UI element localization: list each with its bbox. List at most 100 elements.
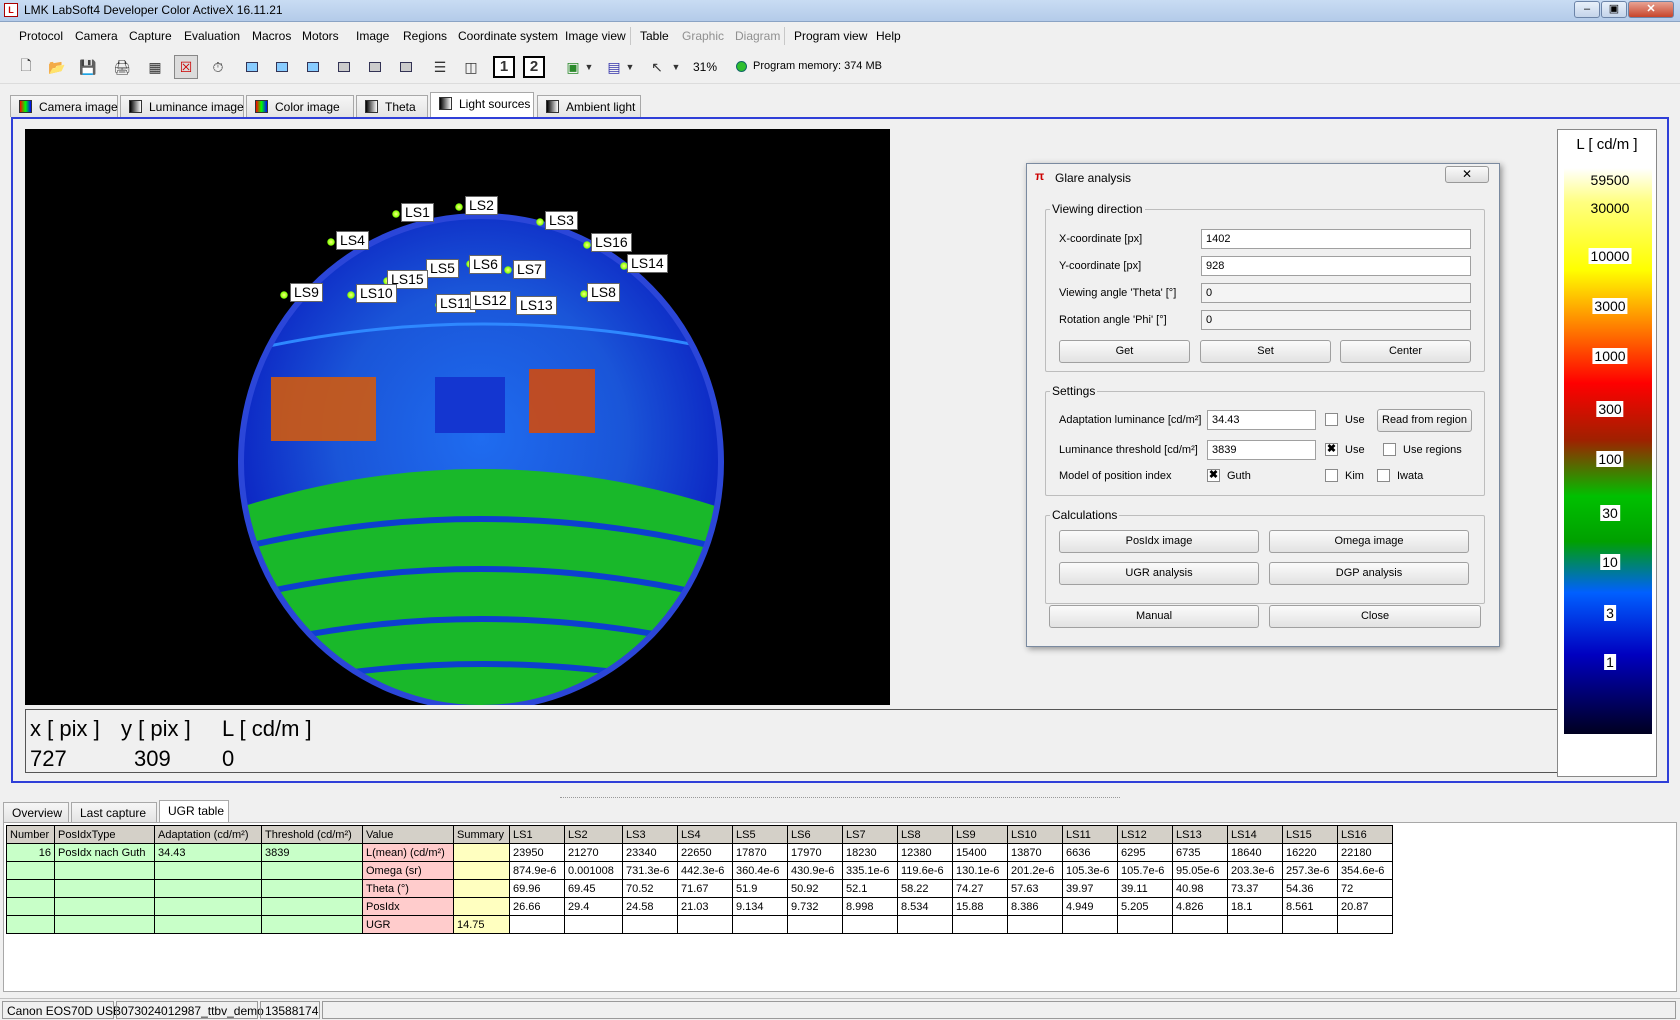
- window-arrange-4-icon[interactable]: [332, 55, 356, 79]
- table-cell[interactable]: 95.05e-6: [1172, 861, 1228, 880]
- iwata-checkbox[interactable]: [1377, 469, 1390, 482]
- table-cell[interactable]: [1337, 915, 1393, 934]
- window-arrange-6-icon[interactable]: [394, 55, 418, 79]
- table-cell[interactable]: [1062, 915, 1118, 934]
- table-cell[interactable]: [261, 915, 363, 934]
- table-cell[interactable]: [952, 915, 1008, 934]
- table-cell[interactable]: 29.4: [564, 897, 623, 916]
- table-cell[interactable]: 4.826: [1172, 897, 1228, 916]
- table-cell[interactable]: 16220: [1282, 843, 1338, 862]
- table-cell[interactable]: [54, 897, 155, 916]
- table-cell[interactable]: 12380: [897, 843, 953, 862]
- ugr-table[interactable]: Number PosIdxType Adaptation (cd/m²) Thresh…: [6, 825, 1393, 934]
- table-cell[interactable]: [6, 897, 55, 916]
- table-cell[interactable]: [54, 879, 155, 898]
- open-folder-icon[interactable]: 📂: [45, 55, 69, 79]
- table-cell[interactable]: 731.3e-6: [622, 861, 678, 880]
- table-cell[interactable]: [54, 861, 155, 880]
- table-cell[interactable]: 70.52: [622, 879, 678, 898]
- table-cell[interactable]: [897, 915, 953, 934]
- column-header[interactable]: Number: [6, 825, 55, 844]
- table-cell[interactable]: [54, 915, 155, 934]
- film-strip-icon[interactable]: ▦: [143, 55, 167, 79]
- table-cell[interactable]: [732, 915, 788, 934]
- table-cell[interactable]: 39.97: [1062, 879, 1118, 898]
- set-button[interactable]: Set: [1200, 340, 1331, 363]
- column-header[interactable]: PosIdxType: [54, 825, 155, 844]
- menu-image-view[interactable]: Image view: [565, 29, 626, 43]
- table-cell[interactable]: PosIdx: [362, 897, 454, 916]
- tab-camera-image[interactable]: Camera image: [10, 95, 118, 117]
- column-header[interactable]: Adaptation (cd/m²): [154, 825, 262, 844]
- column-header[interactable]: LS4: [677, 825, 733, 844]
- column-header[interactable]: LS6: [787, 825, 843, 844]
- restore-button[interactable]: ▣: [1601, 1, 1627, 18]
- table-cell[interactable]: [261, 879, 363, 898]
- ugr-analysis-button[interactable]: UGR analysis: [1059, 562, 1259, 585]
- column-header[interactable]: LS7: [842, 825, 898, 844]
- view-one-button[interactable]: 1: [492, 55, 516, 79]
- table-cell[interactable]: 40.98: [1172, 879, 1228, 898]
- tab-last-capture[interactable]: Last capture: [71, 802, 157, 822]
- menu-coordinate-system[interactable]: Coordinate system: [458, 29, 558, 43]
- table-cell[interactable]: 0.001008: [564, 861, 623, 880]
- view-two-button[interactable]: 2: [522, 55, 546, 79]
- table-cell[interactable]: 39.11: [1117, 879, 1173, 898]
- table-cell[interactable]: 13870: [1007, 843, 1063, 862]
- table-cell[interactable]: 51.9: [732, 879, 788, 898]
- table-cell[interactable]: 21270: [564, 843, 623, 862]
- minimize-button[interactable]: –: [1574, 1, 1600, 18]
- kim-checkbox[interactable]: [1325, 469, 1338, 482]
- column-header[interactable]: Value: [362, 825, 454, 844]
- table-cell[interactable]: [154, 861, 262, 880]
- table-cell[interactable]: [154, 897, 262, 916]
- menu-macros[interactable]: Macros: [252, 29, 291, 43]
- table-cell[interactable]: 26.66: [509, 897, 565, 916]
- menu-image[interactable]: Image: [356, 29, 389, 43]
- table-cell[interactable]: 71.67: [677, 879, 733, 898]
- table-cell[interactable]: PosIdx nach Guth: [54, 843, 155, 862]
- table-cell[interactable]: 201.2e-6: [1007, 861, 1063, 880]
- new-file-icon[interactable]: 🗋: [14, 55, 38, 79]
- menu-program-view[interactable]: Program view: [794, 29, 867, 43]
- table-cell[interactable]: [677, 915, 733, 934]
- table-cell[interactable]: 6735: [1172, 843, 1228, 862]
- table-cell[interactable]: [787, 915, 843, 934]
- table-cell[interactable]: [6, 915, 55, 934]
- read-from-region-button[interactable]: Read from region: [1377, 409, 1472, 432]
- table-cell[interactable]: 105.3e-6: [1062, 861, 1118, 880]
- column-header[interactable]: LS10: [1007, 825, 1063, 844]
- table-cell[interactable]: Theta (°): [362, 879, 454, 898]
- table-cell[interactable]: 14.75: [453, 915, 510, 934]
- table-cell[interactable]: 203.3e-6: [1227, 861, 1283, 880]
- table-cell[interactable]: 6295: [1117, 843, 1173, 862]
- table-cell[interactable]: 257.3e-6: [1282, 861, 1338, 880]
- manual-button[interactable]: Manual: [1049, 605, 1259, 628]
- table-cell[interactable]: 8.386: [1007, 897, 1063, 916]
- capture-stop-icon[interactable]: ☒: [174, 55, 198, 79]
- luminance-threshold-field[interactable]: 3839: [1207, 440, 1316, 460]
- tab-color-image[interactable]: Color image: [246, 95, 354, 117]
- table-cell[interactable]: 874.9e-6: [509, 861, 565, 880]
- table-cell[interactable]: 15.88: [952, 897, 1008, 916]
- menu-camera[interactable]: Camera: [75, 29, 118, 43]
- table-cell[interactable]: 52.1: [842, 879, 898, 898]
- table-cell[interactable]: [6, 861, 55, 880]
- table-cell[interactable]: 105.7e-6: [1117, 861, 1173, 880]
- table-cell[interactable]: 4.949: [1062, 897, 1118, 916]
- table-cell[interactable]: 69.45: [564, 879, 623, 898]
- table-cell[interactable]: [1007, 915, 1063, 934]
- table-cell[interactable]: [453, 843, 510, 862]
- table-cell[interactable]: [261, 861, 363, 880]
- column-header[interactable]: LS3: [622, 825, 678, 844]
- tab-ambient-light[interactable]: Ambient light: [537, 95, 641, 117]
- dialog-close-x-button[interactable]: ✕: [1445, 166, 1489, 183]
- table-cell[interactable]: [453, 861, 510, 880]
- menu-protocol[interactable]: Protocol: [19, 29, 63, 43]
- column-header[interactable]: LS5: [732, 825, 788, 844]
- pointer-icon[interactable]: ↖: [645, 55, 669, 79]
- table-cell[interactable]: 9.732: [787, 897, 843, 916]
- menu-motors[interactable]: Motors: [302, 29, 339, 43]
- posidx-image-button[interactable]: PosIdx image: [1059, 530, 1259, 553]
- chevron-down-icon[interactable]: ▼: [670, 55, 682, 79]
